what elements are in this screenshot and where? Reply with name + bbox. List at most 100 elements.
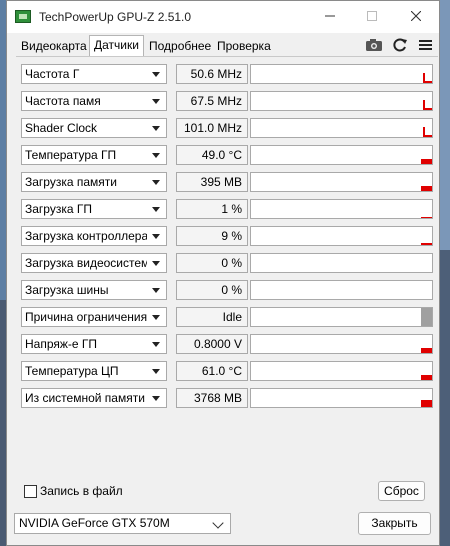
sensor-label: Из системной памяти [25, 391, 145, 405]
sensor-graph [250, 118, 433, 138]
close-icon [410, 10, 422, 22]
dropdown-arrow-icon [152, 180, 160, 185]
sensor-graph [250, 253, 433, 273]
dropdown-arrow-icon [152, 369, 160, 374]
sensor-label: Частота памя [25, 94, 101, 108]
graph-svg [251, 281, 432, 299]
sensor-value: 0 % [176, 280, 248, 300]
log-to-file-checkbox[interactable] [24, 485, 37, 498]
graph-trace [421, 159, 432, 164]
sensor-selector[interactable]: Shader Clock [21, 118, 167, 138]
sensor-selector[interactable]: Из системной памяти [21, 388, 167, 408]
sensor-selector[interactable]: Причина ограничения [21, 307, 167, 327]
sensor-selector[interactable]: Частота Г [21, 64, 167, 84]
sensor-label: Загрузка контроллера пам [25, 229, 147, 243]
graph-trace [421, 348, 432, 353]
sensor-value: 0.8000 V [176, 334, 248, 354]
sensor-value: 67.5 MHz [176, 91, 248, 111]
sensor-value: 101.0 MHz [176, 118, 248, 138]
refresh-icon [393, 38, 407, 52]
sensor-label: Shader Clock [25, 121, 98, 135]
sensor-selector[interactable]: Загрузка видеосистемы [21, 253, 167, 273]
maximize-button[interactable] [357, 7, 387, 27]
sensor-graph [250, 91, 433, 111]
sensor-value: 3768 MB [176, 388, 248, 408]
tab-advanced[interactable]: Подробнее [145, 37, 215, 56]
sensor-graph [250, 172, 433, 192]
dropdown-arrow-icon [152, 153, 160, 158]
sensor-selector[interactable]: Температура ЦП [21, 361, 167, 381]
graph-svg [421, 348, 432, 353]
minimize-button[interactable] [315, 7, 345, 27]
graph-trace [421, 217, 432, 218]
dropdown-arrow-icon [152, 315, 160, 320]
dropdown-arrow-icon [152, 261, 160, 266]
sensor-label: Загрузка шины [25, 283, 109, 297]
sensor-selector[interactable]: Загрузка памяти [21, 172, 167, 192]
graph-svg [421, 217, 432, 218]
sensor-selector[interactable]: Температура ГП [21, 145, 167, 165]
sensor-value: 49.0 °C [176, 145, 248, 165]
tab-validation[interactable]: Проверка [213, 37, 275, 56]
window-title: TechPowerUp GPU-Z 2.51.0 [39, 10, 192, 24]
gpuz-app-icon [15, 10, 31, 23]
sensor-label: Загрузка памяти [25, 175, 117, 189]
sensor-selector[interactable]: Загрузка контроллера пам [21, 226, 167, 246]
sensor-selector[interactable]: Напряж-е ГП [21, 334, 167, 354]
sensor-label: Загрузка видеосистемы [25, 256, 147, 270]
dropdown-arrow-icon [152, 234, 160, 239]
sensor-selector[interactable]: Загрузка ГП [21, 199, 167, 219]
tab-graphics-card[interactable]: Видеокарта [17, 37, 91, 56]
dropdown-arrow-icon [152, 126, 160, 131]
graph-trace [421, 375, 432, 380]
sensor-value: 9 % [176, 226, 248, 246]
sensor-label: Температура ГП [25, 148, 117, 162]
graph-svg [421, 186, 432, 191]
sensor-graph [250, 361, 433, 381]
sensor-graph [250, 145, 433, 165]
dropdown-arrow-icon [152, 396, 160, 401]
graph-svg [421, 243, 432, 245]
reset-button[interactable]: Сброс [378, 481, 425, 501]
tab-sensors[interactable]: Датчики [89, 35, 144, 57]
menu-icon [419, 40, 432, 50]
close-button[interactable]: Закрыть [358, 512, 431, 535]
graph-svg [423, 100, 432, 110]
graph-svg [421, 308, 432, 326]
gpuz-window: TechPowerUp GPU-Z 2.51.0 Видеокарта Датч… [6, 0, 440, 546]
sensor-selector[interactable]: Загрузка шины [21, 280, 167, 300]
graph-svg [421, 375, 432, 380]
refresh-button[interactable] [390, 36, 410, 54]
graph-trace [421, 308, 432, 326]
sensor-label: Загрузка ГП [25, 202, 92, 216]
gpu-selector[interactable]: NVIDIA GeForce GTX 570M [14, 513, 231, 534]
tab-bar: Видеокарта Датчики Подробнее Проверка [7, 34, 439, 57]
close-window-button[interactable] [401, 7, 431, 27]
sensor-graph [250, 226, 433, 246]
screenshot-button[interactable] [364, 36, 384, 54]
sensor-value: Idle [176, 307, 248, 327]
graph-trace [421, 186, 432, 191]
sensor-value: 50.6 MHz [176, 64, 248, 84]
graph-svg [423, 127, 432, 137]
maximize-icon [367, 11, 377, 21]
log-to-file-label: Запись в файл [40, 484, 123, 498]
sensor-value: 395 MB [176, 172, 248, 192]
graph-svg [251, 254, 432, 272]
sensor-selector[interactable]: Частота памя [21, 91, 167, 111]
minimize-icon [325, 15, 335, 17]
sensor-graph [250, 334, 433, 354]
chevron-down-icon [212, 517, 224, 529]
gpu-selector-value: NVIDIA GeForce GTX 570M [19, 516, 170, 530]
dropdown-arrow-icon [152, 72, 160, 77]
sensor-label: Причина ограничения [25, 310, 147, 324]
sensor-graph [250, 388, 433, 408]
menu-button[interactable] [416, 36, 436, 54]
sensor-value: 0 % [176, 253, 248, 273]
sensor-label: Частота Г [25, 67, 80, 81]
sensor-graph [250, 280, 433, 300]
sensor-label: Напряж-е ГП [25, 337, 98, 351]
camera-icon [366, 39, 382, 51]
graph-svg [421, 400, 432, 407]
graph-svg [421, 159, 432, 164]
